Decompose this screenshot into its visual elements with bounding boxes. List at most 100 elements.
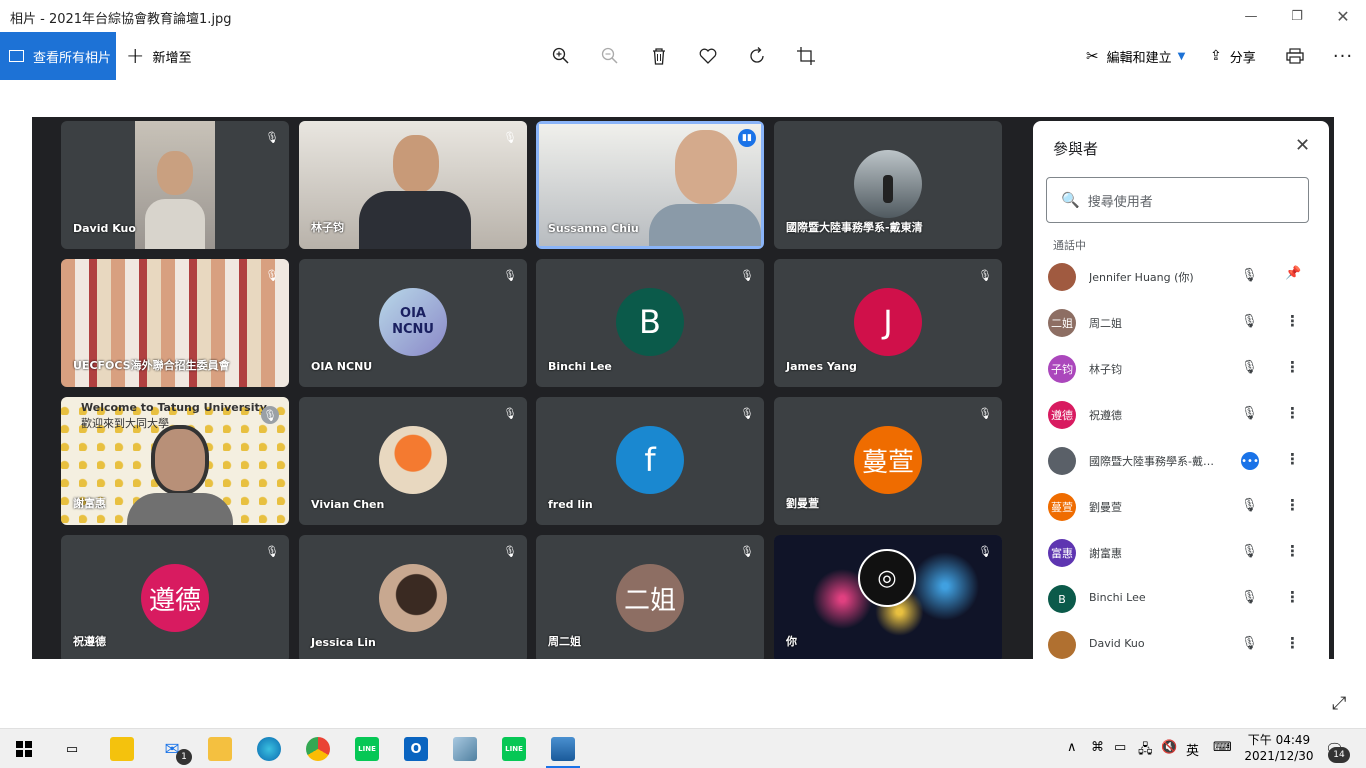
participant-tile: 🎙 Vivian Chen — [299, 397, 527, 525]
participant-name: 謝富惠 — [1089, 547, 1122, 560]
participant-tile: 🎙 UECFOCS海外聯合招生委員會 — [61, 259, 289, 387]
muted-mic-icon: 🎙 — [740, 406, 754, 420]
minimize-icon[interactable]: — — [1228, 0, 1274, 32]
participant-tile: J 🎙 James Yang — [774, 259, 1002, 387]
tile-name: 祝遵德 — [73, 635, 106, 648]
battery-icon[interactable]: ▭ — [1114, 740, 1126, 755]
participant-name: 林子钧 — [1089, 363, 1122, 376]
participant-tile: B 🎙 Binchi Lee — [536, 259, 764, 387]
edge-icon[interactable] — [257, 737, 281, 761]
speaking-icon: ▮▮ — [738, 129, 756, 147]
ime-indicator[interactable]: 英 — [1186, 740, 1199, 759]
muted-mic-icon: 🎙 — [978, 406, 992, 420]
participant-row[interactable]: B Binchi Lee 🎙 ⋮ — [1048, 579, 1308, 619]
meet-now-icon[interactable]: ⌘ — [1091, 740, 1104, 755]
muted-mic-icon: 🎙 — [265, 130, 279, 144]
participant-row[interactable]: David Kuo 🎙 ⋮ — [1048, 625, 1308, 659]
more-vert-icon[interactable]: ⋮ — [1285, 634, 1300, 652]
participant-tile: 國際暨大陸事務學系-戴東清 — [774, 121, 1002, 249]
more-vert-icon[interactable]: ⋮ — [1285, 358, 1300, 376]
participant-tile: f 🎙 fred lin — [536, 397, 764, 525]
app-icon[interactable] — [453, 737, 477, 761]
more-vert-icon[interactable]: ⋮ — [1285, 312, 1300, 330]
print-icon[interactable] — [1283, 44, 1307, 68]
edit-create-button[interactable]: ✂ 編輯和建立 ▼ — [1086, 32, 1185, 80]
tile-name: 你 — [786, 635, 797, 648]
more-vert-icon[interactable]: ⋮ — [1285, 496, 1300, 514]
search-input[interactable]: 🔍 搜尋使用者 — [1046, 177, 1309, 223]
photos-icon[interactable] — [551, 737, 575, 761]
muted-mic-icon: 🎙 — [1241, 636, 1258, 651]
close-icon[interactable]: ✕ — [1295, 135, 1310, 156]
more-vert-icon[interactable]: ⋮ — [1285, 542, 1300, 560]
participant-row[interactable]: Jennifer Huang (你) 🎙 📌 — [1048, 257, 1308, 297]
participant-row[interactable]: 二姐 周二姐 🎙 ⋮ — [1048, 303, 1308, 343]
view-all-photos-button[interactable]: 查看所有相片 — [0, 32, 116, 80]
expand-icon[interactable]: ⤢ — [1332, 693, 1346, 714]
tile-name: 謝富惠 — [73, 497, 106, 510]
muted-mic-icon: 🎙 — [261, 406, 279, 424]
windows-start-icon[interactable] — [12, 737, 36, 761]
participant-tile: 二姐 🎙 周二姐 — [536, 535, 764, 659]
close-icon[interactable]: ✕ — [1320, 0, 1366, 32]
participant-row[interactable]: 子钧 林子钧 🎙 ⋮ — [1048, 349, 1308, 389]
photo-canvas: 🎙 David Kuo 🎙 林子钧 ▮▮ Sussanna Chiu 國際暨大陸… — [32, 117, 1334, 659]
avatar-photo — [854, 150, 922, 218]
share-label: 分享 — [1229, 50, 1256, 66]
more-vert-icon[interactable]: ⋮ — [1285, 450, 1300, 468]
add-to-button[interactable]: + 新增至 — [126, 32, 191, 80]
window-title: 相片 - 2021年台綜協會教育論壇1.jpg — [10, 12, 232, 27]
chevron-up-icon[interactable]: ∧ — [1067, 740, 1077, 755]
muted-mic-icon: 🎙 — [1241, 268, 1258, 283]
more-vert-icon[interactable]: ⋮ — [1285, 404, 1300, 422]
outlook-icon[interactable]: O — [404, 737, 428, 761]
participant-tile: 蔓萱 🎙 劉曼萱 — [774, 397, 1002, 525]
line-icon[interactable]: LINE — [502, 737, 526, 761]
participant-tile: 🎙 林子钧 — [299, 121, 527, 249]
tile-name: Jessica Lin — [311, 636, 376, 649]
clock[interactable]: 下午 04:49 2021/12/30 — [1240, 732, 1318, 764]
muted-mic-icon: 🎙 — [1241, 314, 1258, 329]
share-button[interactable]: ⇪ 分享 — [1210, 32, 1256, 80]
chrome-icon[interactable] — [306, 737, 330, 761]
muted-mic-icon: 🎙 — [978, 544, 992, 558]
avatar: 二姐 — [1048, 309, 1076, 337]
avatar — [1048, 263, 1076, 291]
participant-row[interactable]: 國際暨大陸事務學系-戴東清 ••• ⋮ — [1048, 441, 1308, 481]
avatar-letter: f — [616, 426, 684, 494]
video-feed — [135, 121, 215, 249]
rotate-icon[interactable] — [745, 44, 769, 68]
zoom-in-icon[interactable] — [549, 44, 573, 68]
tile-name: James Yang — [786, 360, 857, 373]
ime-pad-icon[interactable]: ⌨ — [1213, 740, 1232, 755]
participant-tile: 🎙 David Kuo — [61, 121, 289, 249]
delete-icon[interactable] — [647, 44, 671, 68]
line-icon[interactable]: LINE — [355, 737, 379, 761]
muted-mic-icon: 🎙 — [503, 406, 517, 420]
crop-icon[interactable] — [794, 44, 818, 68]
participant-tile: ◎ 🎙 你 — [774, 535, 1002, 659]
tile-name: 林子钧 — [311, 221, 344, 234]
file-explorer-icon[interactable] — [208, 737, 232, 761]
pin-icon[interactable]: 📌 — [1285, 266, 1301, 281]
muted-mic-icon: 🎙 — [1241, 498, 1258, 513]
plus-icon: + — [126, 43, 145, 69]
tile-name: Vivian Chen — [311, 498, 385, 511]
task-view-icon[interactable]: ▭ — [60, 737, 84, 761]
more-vert-icon[interactable]: ⋮ — [1285, 588, 1300, 606]
participant-row[interactable]: 蔓萱 劉曼萱 🎙 ⋮ — [1048, 487, 1308, 527]
restore-icon[interactable]: ❐ — [1274, 0, 1320, 32]
avatar-photo — [379, 564, 447, 632]
participant-row[interactable]: 遵德 祝遵德 🎙 ⋮ — [1048, 395, 1308, 435]
favorite-icon[interactable] — [696, 44, 720, 68]
sticky-notes-icon[interactable] — [110, 737, 134, 761]
muted-mic-icon: 🎙 — [1241, 544, 1258, 559]
more-icon[interactable]: ··· — [1331, 44, 1355, 68]
avatar-letter: J — [854, 288, 922, 356]
network-icon[interactable]: 🖧 — [1138, 740, 1153, 762]
avatar: 蔓萱 — [1048, 493, 1076, 521]
participant-row[interactable]: 富惠 謝富惠 🎙 ⋮ — [1048, 533, 1308, 573]
zoom-out-icon[interactable] — [598, 44, 622, 68]
volume-muted-icon[interactable]: 🔇 — [1161, 740, 1177, 755]
muted-mic-icon: 🎙 — [265, 544, 279, 558]
